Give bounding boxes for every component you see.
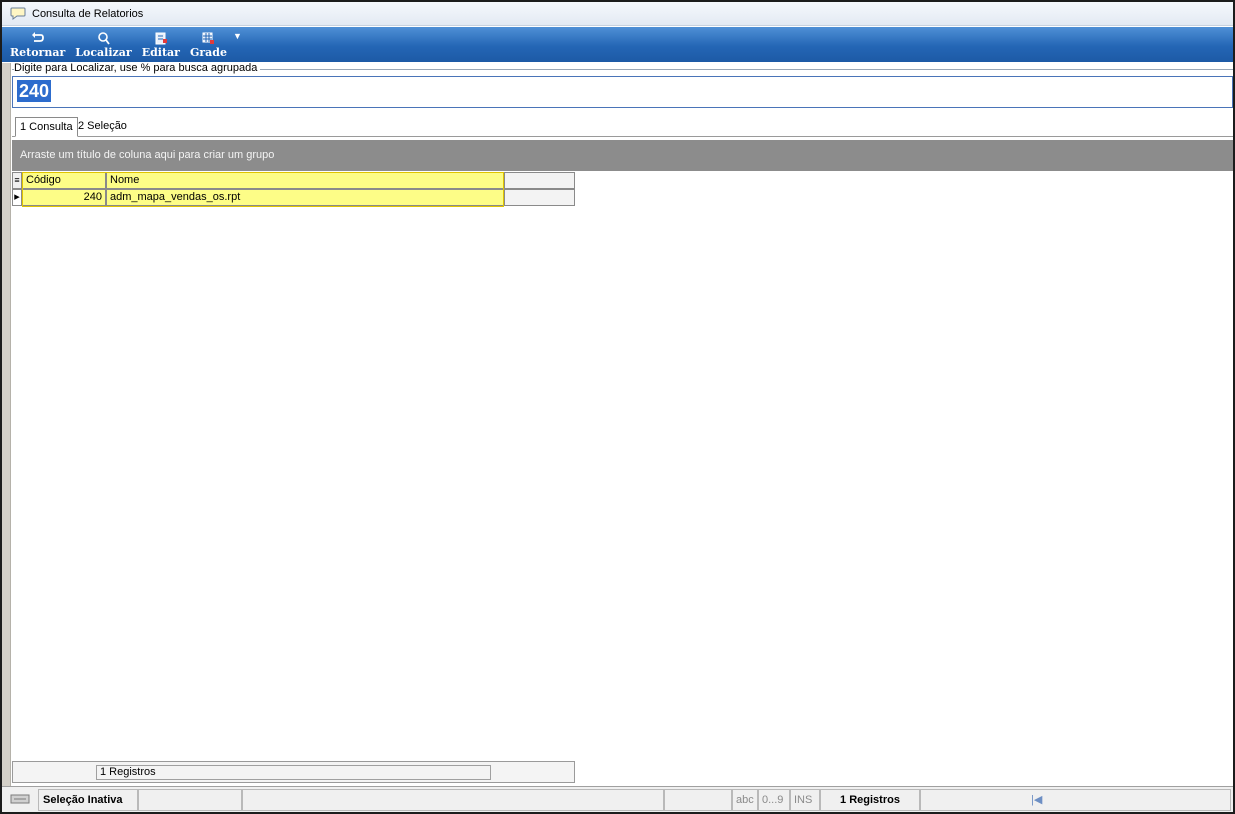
tab-consulta[interactable]: 1 Consulta <box>15 117 78 137</box>
tab-selecao[interactable]: 2 Seleção <box>74 117 131 137</box>
status-bar: Seleção Inativa abc 0...9 INS 1 Registro… <box>2 786 1233 812</box>
status-panel-empty <box>664 789 732 811</box>
selection-status: Seleção Inativa <box>38 789 138 811</box>
left-margin-strip <box>2 63 11 812</box>
results-grid: ≡ Código Nome ▸ 240 adm_mapa_vendas_os.r… <box>12 172 575 207</box>
grade-label: Grade <box>189 46 227 59</box>
editar-label: Editar <box>141 46 180 59</box>
localizar-button[interactable]: Localizar <box>75 32 132 59</box>
record-navigator: |◀ <box>920 789 1231 811</box>
toolbar: Retornar Localizar Editar Grade ▼ <box>2 27 1233 62</box>
group-by-band[interactable]: Arraste um título de coluna aqui para cr… <box>12 140 1233 171</box>
grade-button[interactable]: Grade <box>190 32 227 59</box>
grid-icon <box>202 32 215 44</box>
grid-footer: 1 Registros <box>12 761 575 783</box>
search-group: Digite para Localizar, use % para busca … <box>12 62 1233 110</box>
column-header-codigo[interactable]: Código <box>22 172 106 189</box>
records-status: 1 Registros <box>820 789 920 811</box>
column-header-nome[interactable]: Nome <box>106 172 504 189</box>
chat-bubble-icon <box>10 7 26 20</box>
return-arrow-icon <box>31 32 44 42</box>
status-panel-empty <box>242 789 664 811</box>
tab-strip: 1 Consulta 2 Seleção <box>12 115 1233 137</box>
retornar-label: Retornar <box>10 46 66 59</box>
first-record-icon[interactable]: |◀ <box>1031 790 1042 810</box>
table-row[interactable]: ▸ 240 adm_mapa_vendas_os.rpt <box>12 189 575 206</box>
localizar-label: Localizar <box>75 46 132 59</box>
column-header-filler <box>504 172 575 189</box>
search-input-value: 240 <box>17 80 52 102</box>
ins-indicator: INS <box>790 789 820 811</box>
cell-codigo[interactable]: 240 <box>22 189 106 206</box>
editar-button[interactable]: Editar <box>142 32 180 59</box>
column-chooser-icon[interactable]: ≡ <box>12 172 22 189</box>
abc-indicator: abc <box>732 789 758 811</box>
search-legend: Digite para Localizar, use % para busca … <box>14 62 261 74</box>
grid-header: ≡ Código Nome <box>12 172 575 189</box>
triangle-down-icon[interactable]: ▼ <box>233 31 242 41</box>
retornar-button[interactable]: Retornar <box>10 32 65 59</box>
row-indicator-icon: ▸ <box>12 189 22 206</box>
footer-record-count: 1 Registros <box>96 765 491 780</box>
cell-filler <box>504 189 575 206</box>
title-bar: Consulta de Relatorios <box>2 2 1233 26</box>
digits-indicator: 0...9 <box>758 789 790 811</box>
magnifier-icon <box>97 32 110 45</box>
status-panel-empty <box>138 789 242 811</box>
window-title: Consulta de Relatorios <box>32 7 144 20</box>
keyboard-icon[interactable] <box>6 789 38 811</box>
edit-icon <box>155 32 167 45</box>
search-input[interactable]: 240 <box>12 76 1233 108</box>
cell-nome[interactable]: adm_mapa_vendas_os.rpt <box>106 189 504 206</box>
